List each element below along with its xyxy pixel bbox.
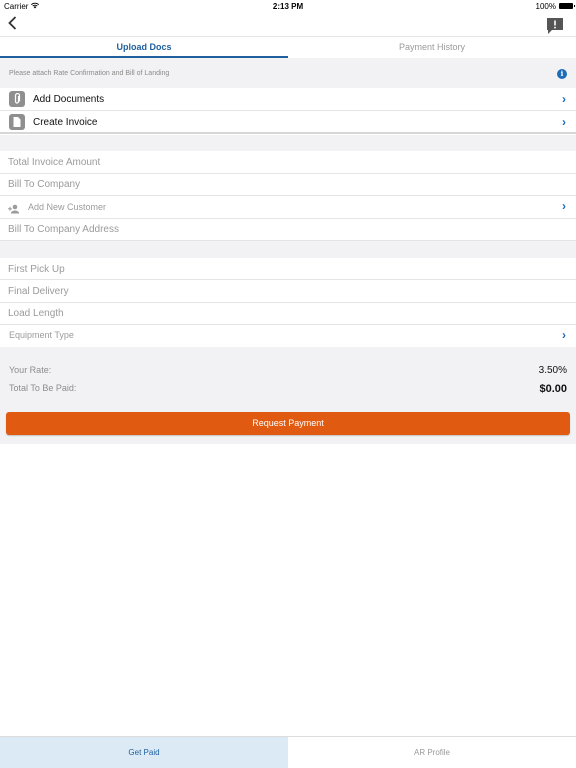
tab-payment-history[interactable]: Payment History: [288, 37, 576, 59]
chevron-left-icon: [7, 16, 16, 30]
battery-icon: [559, 3, 575, 9]
add-person-icon: [8, 201, 20, 219]
first-pick-up-placeholder: First Pick Up: [8, 264, 65, 275]
tab-ar-profile[interactable]: AR Profile: [288, 737, 576, 768]
your-rate-label: Your Rate:: [9, 365, 52, 375]
final-delivery-field[interactable]: Final Delivery: [0, 280, 576, 303]
info-icon[interactable]: i: [557, 69, 567, 79]
load-length-placeholder: Load Length: [8, 308, 64, 319]
top-tabs: Upload Docs Payment History: [0, 36, 576, 59]
add-documents-row[interactable]: Add Documents ›: [0, 88, 576, 111]
total-to-be-paid-value: $0.00: [539, 383, 567, 395]
section-spacer: [0, 241, 576, 258]
tab-get-paid[interactable]: Get Paid: [0, 737, 288, 768]
first-pick-up-field[interactable]: First Pick Up: [0, 258, 576, 280]
bill-to-company-field[interactable]: Bill To Company: [0, 174, 576, 196]
battery-percent: 100%: [535, 2, 556, 11]
bill-to-company-placeholder: Bill To Company: [8, 179, 81, 190]
paperclip-icon: [9, 91, 25, 107]
equipment-type-label: Equipment Type: [9, 330, 74, 340]
create-invoice-label: Create Invoice: [33, 117, 98, 128]
clock: 2:13 PM: [272, 2, 304, 11]
feedback-icon: [547, 18, 563, 34]
request-payment-button[interactable]: Request Payment: [6, 412, 570, 435]
total-invoice-amount-field[interactable]: Total Invoice Amount: [0, 151, 576, 174]
back-button[interactable]: [4, 14, 20, 32]
document-icon: [9, 114, 25, 130]
chevron-right-icon: ›: [562, 328, 566, 342]
bill-to-company-address-field[interactable]: Bill To Company Address: [0, 219, 576, 241]
create-invoice-row[interactable]: Create Invoice ›: [0, 111, 576, 134]
hint-text: Please attach Rate Confirmation and Bill…: [9, 70, 170, 77]
add-documents-label: Add Documents: [33, 94, 105, 105]
add-new-customer-row[interactable]: Add New Customer ›: [0, 196, 576, 219]
status-bar: Carrier 2:13 PM 100%: [0, 0, 576, 12]
chevron-right-icon: ›: [562, 115, 566, 129]
chevron-right-icon: ›: [562, 199, 566, 213]
total-to-be-paid-label: Total To Be Paid:: [9, 383, 77, 393]
section-spacer: [0, 135, 576, 151]
attachment-hint: Please attach Rate Confirmation and Bill…: [0, 58, 576, 88]
tab-upload-docs[interactable]: Upload Docs: [0, 37, 288, 59]
bill-to-company-address-placeholder: Bill To Company Address: [8, 224, 119, 235]
add-new-customer-label: Add New Customer: [28, 202, 107, 212]
your-rate-value: 3.50%: [538, 365, 567, 376]
chevron-right-icon: ›: [562, 92, 566, 106]
bottom-tab-bar: Get Paid AR Profile: [0, 736, 576, 768]
load-length-field[interactable]: Load Length: [0, 303, 576, 325]
equipment-type-row[interactable]: Equipment Type ›: [0, 325, 576, 347]
total-invoice-amount-placeholder: Total Invoice Amount: [8, 157, 101, 168]
feedback-button[interactable]: [546, 17, 564, 35]
nav-bar: [0, 12, 576, 36]
final-delivery-placeholder: Final Delivery: [8, 286, 69, 297]
